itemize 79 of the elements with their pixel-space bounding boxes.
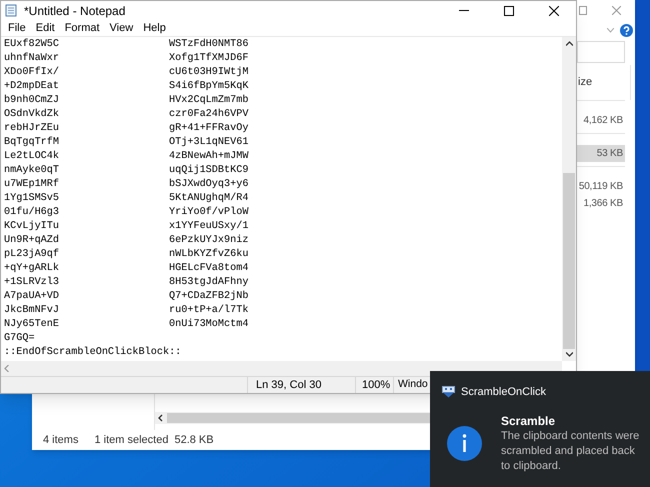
text-line: 6ePzkUYJx9niz	[169, 234, 248, 248]
menu-item[interactable]: View	[104, 20, 138, 36]
item-count: 4 items	[43, 432, 78, 448]
menu-item[interactable]: Format	[60, 20, 105, 36]
file-size-cell[interactable]: 50,119 KB	[577, 178, 625, 195]
notification-toast[interactable]: ScrambleOnClick Scramble The clipboard contents were scrambled and placed back to clipboard.	[430, 371, 650, 487]
horizontal-scrollbar[interactable]	[1, 361, 562, 376]
text-line: x1YYFeuUSxy/1	[169, 220, 248, 234]
file-size-cell[interactable]: 53 KB	[577, 145, 625, 162]
text-line: ::EndOfScrambleOnClickBlock::	[4, 347, 182, 358]
text-line: 01fu/H6g3	[4, 206, 60, 220]
text-line: XDo0FfIx/	[4, 66, 60, 80]
menu-item[interactable]: Help	[138, 20, 171, 36]
column-header[interactable]: ize	[577, 74, 592, 91]
text-line: uqQij1SDBtKC9	[169, 164, 248, 178]
text-line: HGELcFVa8tom4	[169, 262, 248, 276]
text-line: +qY+gARLk	[4, 262, 60, 276]
text-line: 5KtANUghqM/R4	[169, 192, 248, 206]
menu-item[interactable]: Edit	[30, 20, 60, 36]
text-line: OSdnVkdZk	[4, 108, 60, 122]
scroll-down-icon[interactable]	[566, 352, 572, 357]
text-line: 1Yg1SMSv5	[4, 192, 60, 206]
text-line: uhnfNaWxr	[4, 52, 60, 66]
app-name: ScrambleOnClick	[461, 385, 546, 400]
selection-count: 1 item selected	[94, 432, 168, 448]
text-line: bSJXwdOyq3+y6	[169, 178, 248, 192]
text-line: Un9R+qAZd	[4, 234, 60, 248]
notification-message: The clipboard contents were scrambled and placed back to clipboard.	[501, 428, 640, 474]
app-icon	[442, 386, 455, 398]
selection-size: 52.8 KB	[174, 432, 214, 448]
scroll-up-icon[interactable]	[566, 41, 572, 46]
search-field[interactable]	[577, 41, 625, 63]
text-line: A7paUA+VD	[4, 290, 60, 304]
maximize-icon[interactable]	[579, 6, 587, 14]
maximize-icon	[504, 6, 514, 16]
notification-title: Scramble	[501, 414, 556, 428]
text-line: rebHJrZEu	[4, 122, 60, 136]
file-size-cell[interactable]: 4,162 KB	[577, 112, 625, 129]
info-icon	[447, 426, 482, 460]
text-line: S4i6fBpYm5KqK	[169, 80, 248, 94]
close-icon[interactable]	[612, 6, 621, 14]
text-line: HVx2CqLmZm7mb	[169, 94, 248, 108]
text-line: KCvLjyITu	[4, 220, 60, 234]
text-line: Xofg1TfXMJD6F	[169, 52, 248, 66]
text-line: Q7+CDaZFB2jNb	[169, 290, 248, 304]
text-line: ru0+tP+a/l7Tk	[169, 304, 248, 318]
text-line: nmAyke0qT	[4, 164, 60, 178]
close-icon	[548, 6, 558, 16]
text-line: OTj+3L1qNEV61	[169, 136, 248, 150]
zoom-level: 100%	[356, 377, 394, 393]
window-title: *Untitled - Notepad	[24, 2, 126, 20]
text-line: Le2tLOC4k	[4, 150, 60, 164]
text-line: b9nh0CmZJ	[4, 94, 60, 108]
text-line: BqTgqTrfM	[4, 136, 60, 150]
text-line: cU6t03H9IWtjM	[169, 66, 248, 80]
text-line: gR+41+FFRavOy	[169, 122, 248, 136]
minimize-icon	[458, 10, 468, 11]
text-line: nWLbKYZfvZ6ku	[169, 248, 248, 262]
text-line: NJy65TenE	[4, 318, 60, 332]
text-line: pL23jA9qf	[4, 248, 60, 262]
help-icon[interactable]	[620, 24, 633, 36]
text-line: G7GQ=	[4, 333, 35, 344]
line-ending: Windo	[397, 377, 428, 392]
text-line: czr0Fa24h6VPV	[169, 108, 248, 122]
text-line: YriYo0f/vPloW	[169, 206, 248, 220]
notepad-icon	[5, 4, 17, 17]
cursor-position: Ln 39, Col 30	[248, 377, 356, 393]
vertical-scrollbar[interactable]	[562, 37, 576, 361]
text-line: JkcBmNFvJ	[4, 304, 60, 318]
text-line: +1SLRVzl3	[4, 276, 60, 290]
text-line: +D2mpDEat	[4, 80, 60, 94]
file-size-cell[interactable]: 1,366 KB	[577, 195, 625, 212]
text-line: 4zBNewAh+mJMW	[169, 150, 248, 164]
text-line: u7WEp1MRf	[4, 178, 60, 192]
menu-item[interactable]: File	[3, 20, 31, 36]
text-line: WSTzFdH0NMT86	[169, 38, 248, 52]
text-line: EUxf82W5C	[4, 38, 60, 52]
text-line: 0nUi73MoMctm4	[169, 318, 248, 332]
text-line: 8H53tgJdAFhny	[169, 276, 248, 290]
